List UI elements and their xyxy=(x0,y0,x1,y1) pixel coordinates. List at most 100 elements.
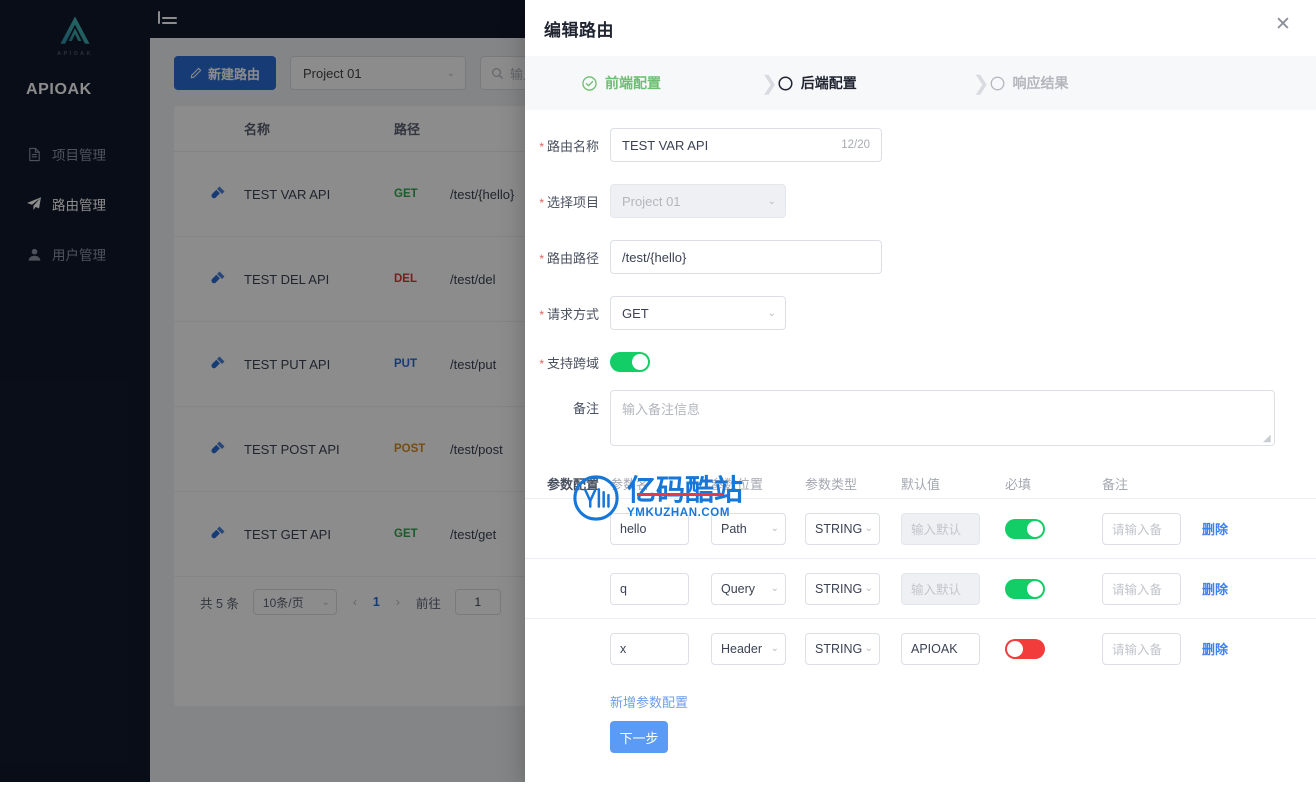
param-row: x Header ⌄ STRING ⌄ APIOAK 请输入备 删除 xyxy=(525,618,1316,678)
chevron-down-icon: ⌄ xyxy=(770,643,779,654)
param-type-select[interactable]: STRING ⌄ xyxy=(805,572,880,605)
add-param-link[interactable]: 新增参数配置 xyxy=(525,692,1316,711)
step-backend-config[interactable]: 后端配置 xyxy=(778,73,857,93)
char-counter: 12/20 xyxy=(841,139,870,151)
circle-icon xyxy=(990,76,1004,90)
step-label: 后端配置 xyxy=(800,75,857,91)
chevron-down-icon: ⌄ xyxy=(767,307,776,319)
param-default-input[interactable]: 输入默认 xyxy=(901,512,980,545)
required-marker: * xyxy=(539,139,544,154)
param-required-toggle[interactable] xyxy=(1005,638,1045,659)
modal-header: 编辑路由 ✕ xyxy=(525,0,1316,56)
app-root: APIOAK APIOAK 项目管理 路由管理 用户管理 新建路由 Projec… xyxy=(0,0,1316,794)
column-header-param-position: 参数位置 xyxy=(711,476,764,492)
param-name-value: x xyxy=(620,641,627,656)
param-position-value: Header xyxy=(721,641,762,656)
delete-param-link[interactable]: 删除 xyxy=(1202,519,1228,538)
param-note-placeholder: 请输入备 xyxy=(1112,643,1163,657)
route-path-input[interactable]: /test/{hello} xyxy=(610,240,882,274)
field-label: 备注 xyxy=(572,401,599,416)
field-project: * 选择项目 Project 01 ⌄ xyxy=(525,184,1316,218)
param-config-section: 参数配置 参数名 参数位置 参数类型 默认值 必填 备注 hello Path … xyxy=(525,468,1316,753)
param-type-value: STRING xyxy=(815,581,863,596)
param-table-header: 参数配置 参数名 参数位置 参数类型 默认值 必填 备注 xyxy=(525,468,1316,498)
delete-param-link[interactable]: 删除 xyxy=(1202,639,1228,658)
field-route-path: * 路由路径 /test/{hello} xyxy=(525,240,1316,274)
step-label: 前端配置 xyxy=(605,75,661,91)
param-position-select[interactable]: Path ⌄ xyxy=(711,512,786,545)
cors-toggle[interactable] xyxy=(610,352,650,372)
bottom-strip xyxy=(0,782,1316,794)
route-path-value: /test/{hello} xyxy=(622,249,687,265)
param-type-value: STRING xyxy=(815,521,863,536)
param-name-value: q xyxy=(620,581,627,596)
column-header-param-name: 参数名 xyxy=(610,476,650,492)
chevron-down-icon: ⌄ xyxy=(770,583,779,594)
step-response-result[interactable]: 响应结果 xyxy=(990,73,1069,93)
param-note-placeholder: 请输入备 xyxy=(1112,523,1163,537)
chevron-down-icon: ⌄ xyxy=(770,523,779,534)
circle-icon xyxy=(778,75,793,91)
field-cors: * 支持跨域 xyxy=(525,352,1316,372)
required-marker: * xyxy=(539,195,544,210)
param-position-value: Query xyxy=(721,581,756,596)
chevron-down-icon: ⌄ xyxy=(864,643,873,654)
route-name-input[interactable]: TEST VAR API 12/20 xyxy=(610,128,882,162)
edit-route-modal: 编辑路由 ✕ 前端配置 ❯ 后端配置 ❯ 响应结果 * 路由名称 TEST VA… xyxy=(525,0,1316,782)
column-header-required: 必填 xyxy=(1005,476,1032,492)
param-position-select[interactable]: Header ⌄ xyxy=(711,632,786,665)
param-default-placeholder: 输入默认 xyxy=(911,523,962,537)
column-header-default-value: 默认值 xyxy=(901,476,941,492)
field-route-name: * 路由名称 TEST VAR API 12/20 xyxy=(525,128,1316,162)
param-type-value: STRING xyxy=(815,641,863,656)
param-required-toggle[interactable] xyxy=(1005,578,1045,599)
param-default-input[interactable]: 输入默认 xyxy=(901,572,980,605)
param-name-input[interactable]: hello xyxy=(610,512,689,545)
project-value: Project 01 xyxy=(622,193,681,209)
required-marker: * xyxy=(539,307,544,322)
step-indicator: 前端配置 ❯ 后端配置 ❯ 响应结果 xyxy=(525,56,1316,110)
close-icon[interactable]: ✕ xyxy=(1272,14,1294,36)
chevron-down-icon: ⌄ xyxy=(864,523,873,534)
param-note-input[interactable]: 请输入备 xyxy=(1102,632,1181,665)
delete-param-link[interactable]: 删除 xyxy=(1202,579,1228,598)
modal-title: 编辑路由 xyxy=(544,20,614,40)
field-label: * 路由名称 xyxy=(539,138,599,154)
route-name-value: TEST VAR API xyxy=(622,137,709,153)
param-note-input[interactable]: 请输入备 xyxy=(1102,512,1181,545)
field-label: * 选择项目 xyxy=(539,194,599,210)
required-marker: * xyxy=(539,356,544,371)
param-note-placeholder: 请输入备 xyxy=(1112,583,1163,597)
required-marker: * xyxy=(539,251,544,266)
param-row: q Query ⌄ STRING ⌄ 输入默认 请输入备 删除 xyxy=(525,558,1316,618)
next-step-button[interactable]: 下一步 xyxy=(610,721,668,753)
request-method-select[interactable]: GET ⌄ xyxy=(610,296,786,330)
field-label: * 请求方式 xyxy=(539,306,599,322)
field-label: * 路由路径 xyxy=(539,250,599,266)
param-position-value: Path xyxy=(721,521,747,536)
project-select-disabled: Project 01 ⌄ xyxy=(610,184,786,218)
remark-textarea[interactable]: 输入备注信息 ◢ xyxy=(610,390,1275,446)
column-header-note: 备注 xyxy=(1102,476,1129,492)
param-required-toggle[interactable] xyxy=(1005,518,1045,539)
column-header-param-type: 参数类型 xyxy=(805,476,858,492)
param-name-input[interactable]: x xyxy=(610,632,689,665)
param-section-label: 参数配置 xyxy=(546,476,599,492)
param-type-select[interactable]: STRING ⌄ xyxy=(805,632,880,665)
field-method: * 请求方式 GET ⌄ xyxy=(525,296,1316,330)
param-note-input[interactable]: 请输入备 xyxy=(1102,572,1181,605)
param-default-placeholder: 输入默认 xyxy=(911,583,962,597)
step-frontend-config[interactable]: 前端配置 xyxy=(582,73,661,93)
modal-body: * 路由名称 TEST VAR API 12/20 * 选择项目 Project 0… xyxy=(525,110,1316,782)
field-label: * 支持跨域 xyxy=(539,355,599,371)
param-type-select[interactable]: STRING ⌄ xyxy=(805,512,880,545)
param-default-input[interactable]: APIOAK xyxy=(901,632,980,665)
param-row: hello Path ⌄ STRING ⌄ 输入默认 请输入备 删除 xyxy=(525,498,1316,558)
field-remark: 备注 输入备注信息 ◢ xyxy=(525,390,1316,446)
chevron-right-icon: ❯ xyxy=(972,72,990,95)
resize-handle-icon[interactable]: ◢ xyxy=(1263,434,1272,444)
remark-placeholder: 输入备注信息 xyxy=(622,402,701,417)
param-name-input[interactable]: q xyxy=(610,572,689,605)
chevron-down-icon: ⌄ xyxy=(864,583,873,594)
param-position-select[interactable]: Query ⌄ xyxy=(711,572,786,605)
